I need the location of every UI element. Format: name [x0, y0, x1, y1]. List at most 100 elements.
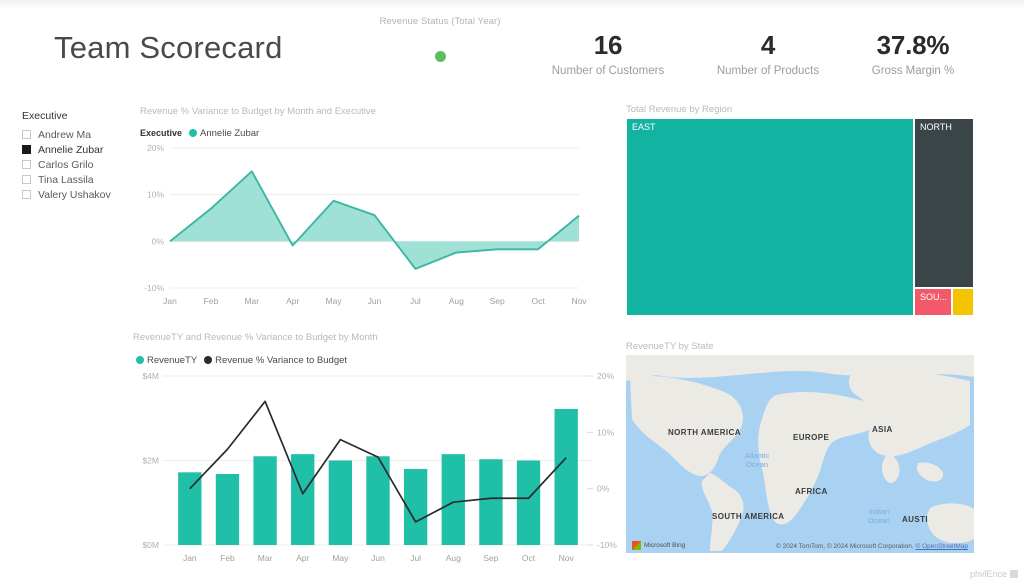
svg-text:-10%: -10%: [144, 283, 164, 293]
combo-chart-title: RevenueTY and Revenue % Variance to Budg…: [133, 332, 378, 343]
map-ocean-label: Atlantic Ocean: [744, 451, 770, 469]
green-status-dot: [434, 51, 446, 62]
watermark: phvlEnce: [970, 569, 1018, 579]
svg-text:Mar: Mar: [258, 553, 273, 563]
map-label-south-america: SOUTH AMERICA: [712, 512, 785, 521]
checkbox-icon[interactable]: [22, 175, 31, 184]
slicer-item-andrew-ma[interactable]: Andrew Ma: [22, 127, 142, 142]
kpi-gross-margin-percent[interactable]: 37.8% Gross Margin %: [813, 30, 1013, 77]
area-chart-plot: 20% 10% 0% -10% Jan Feb Mar Apr May Jun Jul Aug Sep O…: [144, 143, 587, 306]
svg-text:Apr: Apr: [296, 553, 309, 563]
svg-text:Oct: Oct: [522, 553, 536, 563]
map-ocean-label: Indian Ocean: [867, 507, 891, 525]
checkbox-icon[interactable]: [22, 130, 31, 139]
kpi-value: 37.8%: [876, 30, 950, 60]
svg-text:10%: 10%: [597, 427, 614, 437]
map-label-asia: ASIA: [872, 425, 893, 434]
watermark-text: phvlEnce: [969, 569, 1007, 579]
slicer-item-label: Valery Ushakov: [38, 188, 111, 201]
svg-text:Jun: Jun: [368, 296, 382, 306]
map-attribution: © 2024 TomTom, © 2024 Microsoft Corporat…: [776, 543, 968, 550]
treemap-cell-label: EAST: [632, 122, 656, 132]
treemap-cell-label: SOU...: [920, 292, 948, 302]
slicer-item-label: Tina Lassila: [38, 173, 94, 186]
treemap-cell-east[interactable]: EAST: [626, 118, 914, 316]
svg-text:Jul: Jul: [410, 553, 421, 563]
legend-color-swatch: [189, 129, 198, 137]
svg-text:Nov: Nov: [571, 296, 587, 306]
svg-text:May: May: [332, 553, 349, 563]
area-chart-legend[interactable]: Executive Annelie Zubar: [140, 127, 259, 139]
svg-text:$0M: $0M: [142, 540, 159, 550]
treemap-title: Total Revenue by Region: [626, 104, 733, 115]
svg-text:0%: 0%: [597, 484, 610, 494]
treemap-cell[interactable]: [952, 288, 974, 316]
map-title: RevenueTY by State: [626, 341, 714, 352]
svg-text:20%: 20%: [147, 143, 164, 153]
svg-text:-10%: -10%: [597, 540, 617, 550]
svg-text:0%: 0%: [152, 236, 165, 246]
svg-text:$4M: $4M: [142, 371, 159, 381]
treemap-cell-north[interactable]: NORTH: [914, 118, 974, 288]
legend-item-label-variance: Revenue % Variance to Budget: [215, 354, 348, 366]
slicer-title: Executive: [22, 110, 68, 122]
checkbox-icon[interactable]: [22, 160, 31, 169]
treemap-plot[interactable]: EAST NORTH SOU...: [626, 118, 974, 316]
svg-text:Mar: Mar: [244, 296, 259, 306]
svg-text:Apr: Apr: [286, 296, 299, 306]
watermark-square-icon: [1010, 570, 1018, 578]
legend-title: Executive: [140, 128, 183, 138]
openstreetmap-link[interactable]: © OpenStreetMap: [916, 543, 968, 550]
slicer-item-carlos-grilo[interactable]: Carlos Grilo: [22, 157, 142, 172]
map-label-north-america: NORTH AMERICA: [668, 428, 741, 437]
svg-text:Jul: Jul: [410, 296, 421, 306]
svg-text:Oct: Oct: [531, 296, 545, 306]
executive-slicer[interactable]: Executive Andrew Ma Annelie Zubar Carlos G…: [22, 110, 142, 202]
legend-item-label: Annelie Zubar: [200, 127, 260, 139]
page-title: Team Scorecard: [54, 30, 283, 65]
slicer-item-label: Carlos Grilo: [38, 158, 94, 171]
revenue-and-variance-combo-chart[interactable]: RevenueTY and Revenue % Variance to Budg…: [133, 332, 633, 567]
bing-logo-icon: [632, 541, 641, 550]
checkbox-icon[interactable]: [22, 145, 31, 154]
svg-text:10%: 10%: [147, 190, 164, 200]
slicer-item-valery-ushakov[interactable]: Valery Ushakov: [22, 187, 142, 202]
legend-item-label-revenue: RevenueTY: [147, 354, 198, 366]
bing-logo-label: Microsoft Bing: [644, 542, 686, 549]
combo-chart-plot: $4M $2M $0M 20% 10% 0% -10% Jan Feb Mar Apr May Jun J…: [142, 371, 617, 563]
slicer-item-tina-lassila[interactable]: Tina Lassila: [22, 172, 142, 187]
svg-text:Aug: Aug: [446, 553, 461, 563]
svg-text:Sep: Sep: [490, 296, 505, 306]
combo-chart-legend[interactable]: RevenueTY Revenue % Variance to Budget: [136, 354, 347, 366]
svg-text:Feb: Feb: [204, 296, 219, 306]
svg-text:Sep: Sep: [483, 553, 498, 563]
revenue-variance-area-chart[interactable]: Revenue % Variance to Budget by Month an…: [140, 106, 595, 310]
svg-text:May: May: [326, 296, 343, 306]
area-chart-title: Revenue % Variance to Budget by Month an…: [140, 106, 376, 117]
top-gradient-band: [0, 0, 1024, 8]
svg-text:Nov: Nov: [559, 553, 575, 563]
svg-text:$2M: $2M: [142, 456, 159, 466]
svg-text:20%: 20%: [597, 371, 614, 381]
slicer-item-annelie-zubar[interactable]: Annelie Zubar: [22, 142, 142, 157]
checkbox-icon[interactable]: [22, 190, 31, 199]
revenue-status-caption: Revenue Status (Total Year): [379, 16, 501, 27]
svg-text:Jan: Jan: [183, 553, 197, 563]
kpi-caption: Gross Margin %: [871, 65, 955, 77]
map-attribution-text: © 2024 TomTom, © 2024 Microsoft Corporat…: [775, 543, 916, 550]
treemap-cell-sou[interactable]: SOU...: [914, 288, 952, 316]
revenue-by-state-map[interactable]: RevenueTY by State NORTH AMERICA EUROPE AS…: [626, 341, 974, 553]
map-label-europe: EUROPE: [793, 433, 830, 442]
slicer-item-label: Annelie Zubar: [38, 143, 104, 156]
legend-color-swatch-variance: [204, 356, 213, 364]
svg-text:Aug: Aug: [449, 296, 464, 306]
total-revenue-by-region-treemap[interactable]: Total Revenue by Region EAST NORTH SOU...: [626, 104, 974, 316]
legend-color-swatch-revenue: [136, 356, 144, 364]
map-canvas[interactable]: NORTH AMERICA EUROPE ASIA AFRICA SOUTH AMERI…: [626, 355, 974, 553]
microsoft-bing-logo: Microsoft Bing: [632, 541, 685, 550]
map-label-austi: AUSTI: [902, 515, 928, 524]
svg-text:Jun: Jun: [371, 553, 385, 563]
svg-text:Jan: Jan: [163, 296, 177, 306]
svg-text:Feb: Feb: [220, 553, 235, 563]
treemap-cell-label: NORTH: [920, 122, 952, 132]
